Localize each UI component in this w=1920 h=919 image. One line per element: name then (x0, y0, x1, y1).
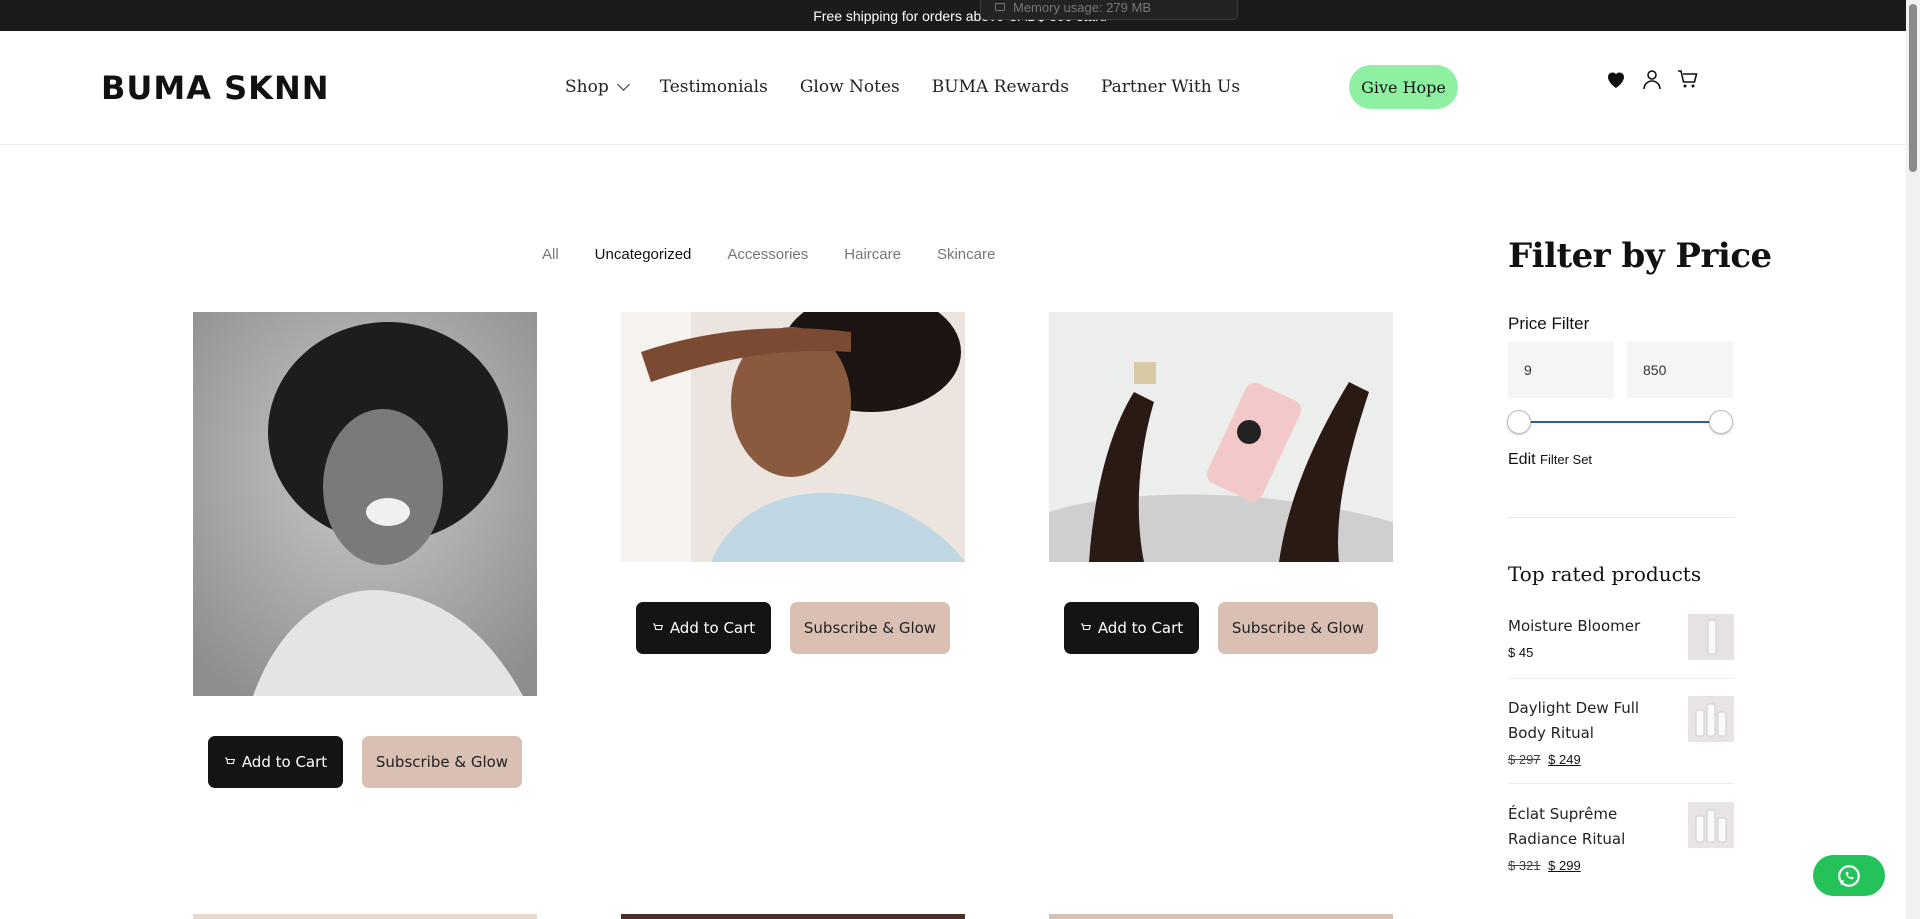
filter-accessories[interactable]: Accessories (727, 246, 808, 263)
price-slider-min-handle[interactable] (1507, 410, 1531, 434)
product-thumbnail[interactable] (1688, 696, 1734, 742)
nav-glow-notes[interactable]: Glow Notes (800, 77, 900, 97)
site-logo[interactable]: BUMA SKNN (101, 69, 330, 107)
filter-uncategorized[interactable]: Uncategorized (595, 246, 692, 263)
nav-shop[interactable]: Shop (565, 77, 630, 97)
nav-partner-with-us[interactable]: Partner With Us (1101, 77, 1240, 97)
product-thumbnail[interactable] (1688, 802, 1734, 848)
scrollbar-thumb[interactable] (1909, 4, 1917, 172)
give-hope-button[interactable]: Give Hope (1349, 65, 1458, 109)
subscribe-glow-button[interactable]: Subscribe & Glow (362, 736, 522, 788)
whatsapp-icon (1838, 864, 1860, 887)
min-price-input[interactable]: 9 (1508, 342, 1614, 398)
price-slider-track (1518, 421, 1721, 423)
whatsapp-button[interactable] (1813, 855, 1885, 896)
memory-usage-text: Memory usage: 279 MB (1013, 0, 1152, 15)
current-price: $ 299 (1548, 858, 1581, 873)
top-rated-item[interactable]: Daylight Dew Full Body Ritual $ 297 $ 24… (1508, 696, 1734, 767)
product-image-5[interactable] (621, 914, 965, 919)
filter-set-label: Filter Set (1540, 452, 1593, 467)
filter-all[interactable]: All (542, 246, 559, 263)
top-rated-separator (1508, 783, 1734, 784)
product-thumbnail[interactable] (1688, 614, 1734, 660)
old-price: $ 297 (1508, 752, 1541, 767)
memory-icon (995, 3, 1005, 11)
top-rated-name[interactable]: Éclat Suprême Radiance Ritual (1508, 802, 1658, 852)
nav-buma-rewards[interactable]: BUMA Rewards (932, 77, 1069, 97)
memory-usage-tooltip: Memory usage: 279 MB (980, 0, 1238, 20)
filter-haircare[interactable]: Haircare (844, 246, 901, 263)
top-rated-separator (1508, 678, 1734, 679)
top-rated-price: $ 321 $ 299 (1508, 858, 1734, 873)
product-image-3[interactable] (1049, 312, 1393, 562)
top-rated-title: Top rated products (1508, 562, 1702, 586)
product-image-6[interactable] (1049, 914, 1393, 919)
old-price: $ 321 (1508, 858, 1541, 873)
top-rated-name[interactable]: Daylight Dew Full Body Ritual (1508, 696, 1658, 746)
top-rated-name[interactable]: Moisture Bloomer (1508, 614, 1658, 639)
add-to-cart-button[interactable]: Add to Cart (636, 602, 771, 654)
current-price: $ 249 (1548, 752, 1581, 767)
add-to-cart-button[interactable]: Add to Cart (208, 736, 343, 788)
cart-icon[interactable] (1676, 67, 1700, 91)
product-image-2[interactable] (621, 312, 965, 562)
filter-skincare[interactable]: Skincare (937, 246, 995, 263)
cart-icon (652, 623, 663, 631)
chevron-down-icon (616, 78, 630, 91)
site-header: BUMA SKNN Shop Testimonials Glow Notes B… (0, 31, 1906, 145)
add-to-cart-button[interactable]: Add to Cart (1064, 602, 1199, 654)
top-rated-item[interactable]: Moisture Bloomer $ 45 (1508, 614, 1734, 660)
sidebar-divider (1508, 517, 1734, 518)
filter-by-price-title: Filter by Price (1508, 236, 1772, 276)
edit-filter-set[interactable]: Edit Filter Set (1508, 451, 1592, 469)
price-filter-label: Price Filter (1508, 314, 1590, 333)
add-to-cart-label: Add to Cart (241, 753, 328, 771)
current-price: $ 45 (1508, 645, 1534, 660)
cart-icon (1080, 623, 1091, 631)
edit-label: Edit (1508, 451, 1536, 468)
top-rated-price: $ 297 $ 249 (1508, 752, 1734, 767)
add-to-cart-label: Add to Cart (669, 619, 756, 637)
product-image-1[interactable] (193, 312, 537, 696)
max-price-input[interactable]: 850 (1627, 342, 1733, 398)
header-icons (1604, 67, 1700, 91)
user-icon[interactable] (1640, 67, 1664, 91)
heart-icon[interactable] (1604, 67, 1628, 91)
subscribe-glow-button[interactable]: Subscribe & Glow (790, 602, 950, 654)
product-image-4[interactable] (193, 914, 537, 919)
subscribe-glow-button[interactable]: Subscribe & Glow (1218, 602, 1378, 654)
category-filters: All Uncategorized Accessories Haircare S… (542, 246, 995, 263)
price-slider-max-handle[interactable] (1709, 410, 1733, 434)
nav-testimonials[interactable]: Testimonials (660, 77, 768, 97)
main-nav: Shop Testimonials Glow Notes BUMA Reward… (565, 77, 1240, 97)
top-rated-item[interactable]: Éclat Suprême Radiance Ritual $ 321 $ 29… (1508, 802, 1734, 873)
page-scrollbar[interactable] (1906, 0, 1920, 919)
nav-shop-label: Shop (565, 77, 609, 97)
add-to-cart-label: Add to Cart (1097, 619, 1184, 637)
announcement-bar: Free shipping for orders above CAD$ 300 … (0, 0, 1920, 31)
cart-icon (224, 757, 235, 765)
